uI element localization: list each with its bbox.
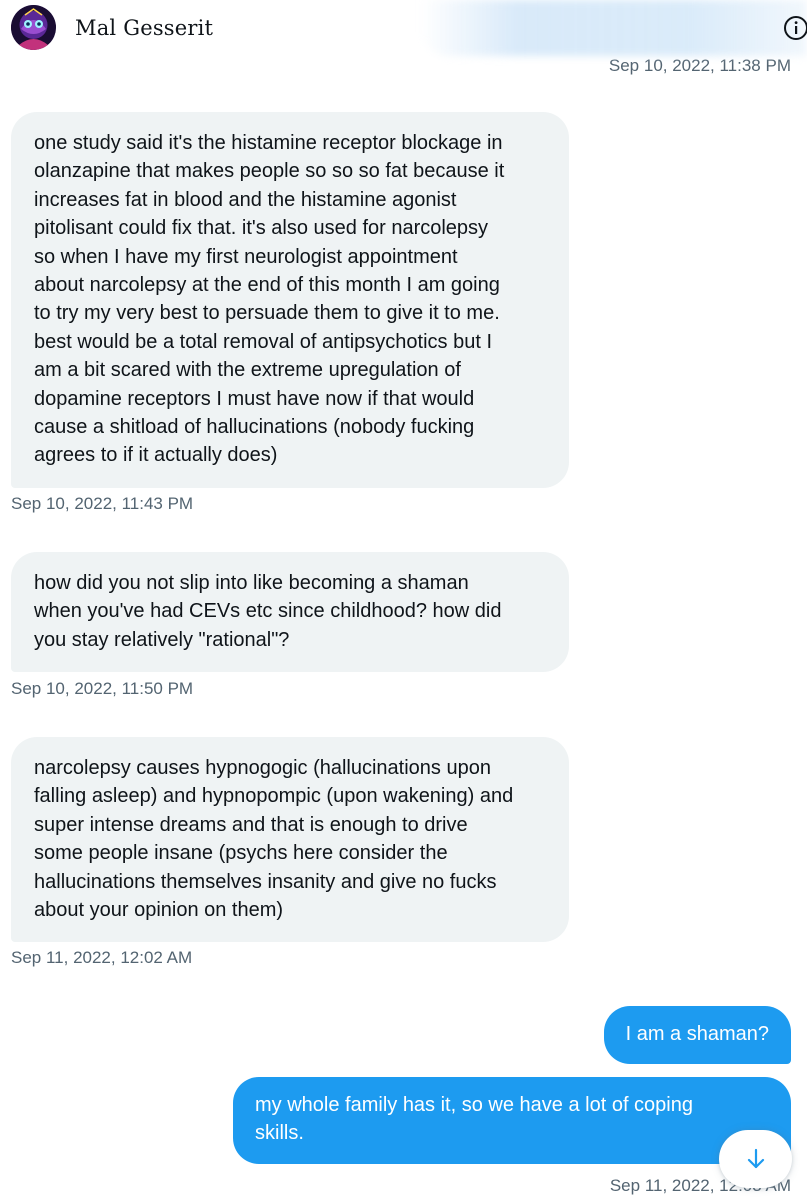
message-line: when you've had CEVs etc since childhood… xyxy=(34,600,502,623)
message-timestamp: Sep 11, 2022, 12:02 AM xyxy=(11,948,193,967)
message-line: am a bit scared with the extreme upregul… xyxy=(34,359,461,382)
message-line: my whole family has it, so we have a lot… xyxy=(255,1094,693,1116)
info-icon[interactable] xyxy=(783,15,807,41)
message-timestamp: Sep 10, 2022, 11:43 PM xyxy=(11,494,194,513)
avatar-icon xyxy=(11,5,56,50)
redacted-blur-region xyxy=(420,0,807,56)
message-timestamp: Sep 10, 2022, 11:38 PM xyxy=(608,56,791,75)
conversation-title[interactable]: Mal Gesserit xyxy=(75,16,213,40)
message-line: about narcolepsy at the end of this mont… xyxy=(34,274,500,297)
message-line: skills. xyxy=(255,1122,304,1145)
message-line: dopamine receptors I must have now if th… xyxy=(34,387,475,410)
message-line: agrees to if it actually does) xyxy=(34,444,278,467)
outgoing-message-bubble[interactable]: I am a shaman? xyxy=(603,1006,791,1065)
message-line: increases fat in blood and the histamine… xyxy=(34,188,457,211)
message-line: you stay relatively "rational"? xyxy=(34,628,290,651)
arrow-down-icon xyxy=(747,1148,765,1169)
message-line: super intense dreams and that is enough … xyxy=(34,813,468,836)
message-line: about your opinion on them) xyxy=(34,899,284,922)
message-line: narcolepsy causes hypnogogic (hallucinat… xyxy=(34,757,491,779)
avatar[interactable] xyxy=(11,5,56,50)
conversation-header: Mal Gesserit xyxy=(0,0,807,56)
message-line: pitolisant could fix that. it's also use… xyxy=(34,217,489,240)
message-line: so when I have my first neurologist appo… xyxy=(34,245,458,268)
message-timestamp: Sep 10, 2022, 11:50 PM xyxy=(11,679,194,698)
message-line: some people insane (psychs here consider… xyxy=(34,842,448,865)
message-line: how did you not slip into like becoming … xyxy=(34,572,469,594)
message-line: best would be a total removal of antipsy… xyxy=(34,330,493,353)
message-line: falling asleep) and hypnopompic (upon wa… xyxy=(34,785,514,808)
message-line: one study said it's the histamine recept… xyxy=(34,132,503,154)
incoming-message-bubble[interactable]: how did you not slip into like becoming … xyxy=(11,552,569,673)
incoming-message-bubble[interactable]: narcolepsy causes hypnogogic (hallucinat… xyxy=(11,737,569,943)
message-line: hallucinations themselves insanity and g… xyxy=(34,870,497,893)
message-line: cause a shitload of hallucinations (nobo… xyxy=(34,416,475,439)
incoming-message-bubble[interactable]: one study said it's the histamine recept… xyxy=(11,112,569,488)
message-line: to try my very best to persuade them to … xyxy=(34,302,500,325)
outgoing-message-bubble[interactable]: my whole family has it, so we have a lot… xyxy=(233,1077,791,1164)
scroll-to-bottom-button[interactable] xyxy=(719,1130,792,1188)
message-line: I am a shaman? xyxy=(625,1023,769,1045)
message-line: olanzapine that makes people so so so fa… xyxy=(34,160,505,183)
